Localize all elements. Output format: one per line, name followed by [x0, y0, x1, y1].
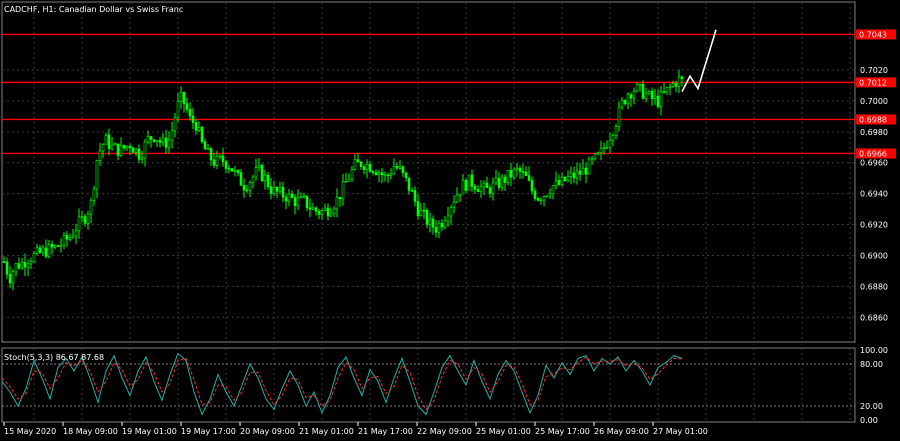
y-tick-label: 0.7020 [860, 66, 888, 75]
y-tick-label: 0.6980 [860, 128, 888, 137]
stoch-title: Stoch(5,3,3) 86.67 87.68 [4, 353, 104, 362]
x-tick-label: 19 May 01:00 [122, 427, 177, 436]
chart-canvas: 0.7043 0.7012 0.6988 0.6966 0.7020 0.7000 0.6… [0, 0, 900, 441]
y-tick-label: 0.7000 [860, 97, 888, 106]
candle [230, 168, 234, 172]
x-tick-label: 21 May 01:00 [299, 427, 354, 436]
stoch-tick-label: 0.00 [860, 416, 878, 425]
x-tick-label: 15 May 2020 [4, 427, 56, 436]
candle [587, 156, 591, 175]
y-tick-label: 0.6940 [860, 190, 888, 199]
x-tick-label: 25 May 01:00 [476, 427, 531, 436]
x-tick-label: 18 May 09:00 [63, 427, 118, 436]
stoch-tick-label: 20.00 [860, 402, 883, 411]
chart-title: CADCHF, H1: Canadian Dollar vs Swiss Fra… [4, 5, 183, 14]
y-tick-label: 0.6860 [860, 313, 888, 322]
y-tick-label: 0.6880 [860, 282, 888, 291]
level-label: 0.6966 [859, 149, 887, 158]
level-label: 0.7043 [859, 30, 887, 39]
candle [200, 125, 204, 144]
candle [467, 174, 471, 191]
y-tick-label: 0.6960 [860, 159, 888, 168]
stoch-tick-label: 100.00 [860, 346, 888, 355]
level-label: 0.7012 [859, 78, 887, 87]
x-tick-label: 26 May 09:00 [594, 427, 649, 436]
x-tick-label: 25 May 17:00 [535, 427, 590, 436]
x-tick-label: 22 May 09:00 [417, 427, 472, 436]
x-tick-label: 27 May 01:00 [653, 427, 708, 436]
candle [260, 163, 264, 182]
x-tick-label: 20 May 09:00 [240, 427, 295, 436]
y-tick-label: 0.6900 [860, 251, 888, 260]
level-label: 0.6988 [859, 115, 887, 124]
x-tick-label: 19 May 17:00 [181, 427, 236, 436]
stoch-tick-label: 80.00 [860, 360, 883, 369]
y-tick-label: 0.6920 [860, 221, 888, 230]
x-tick-label: 21 May 17:00 [358, 427, 413, 436]
